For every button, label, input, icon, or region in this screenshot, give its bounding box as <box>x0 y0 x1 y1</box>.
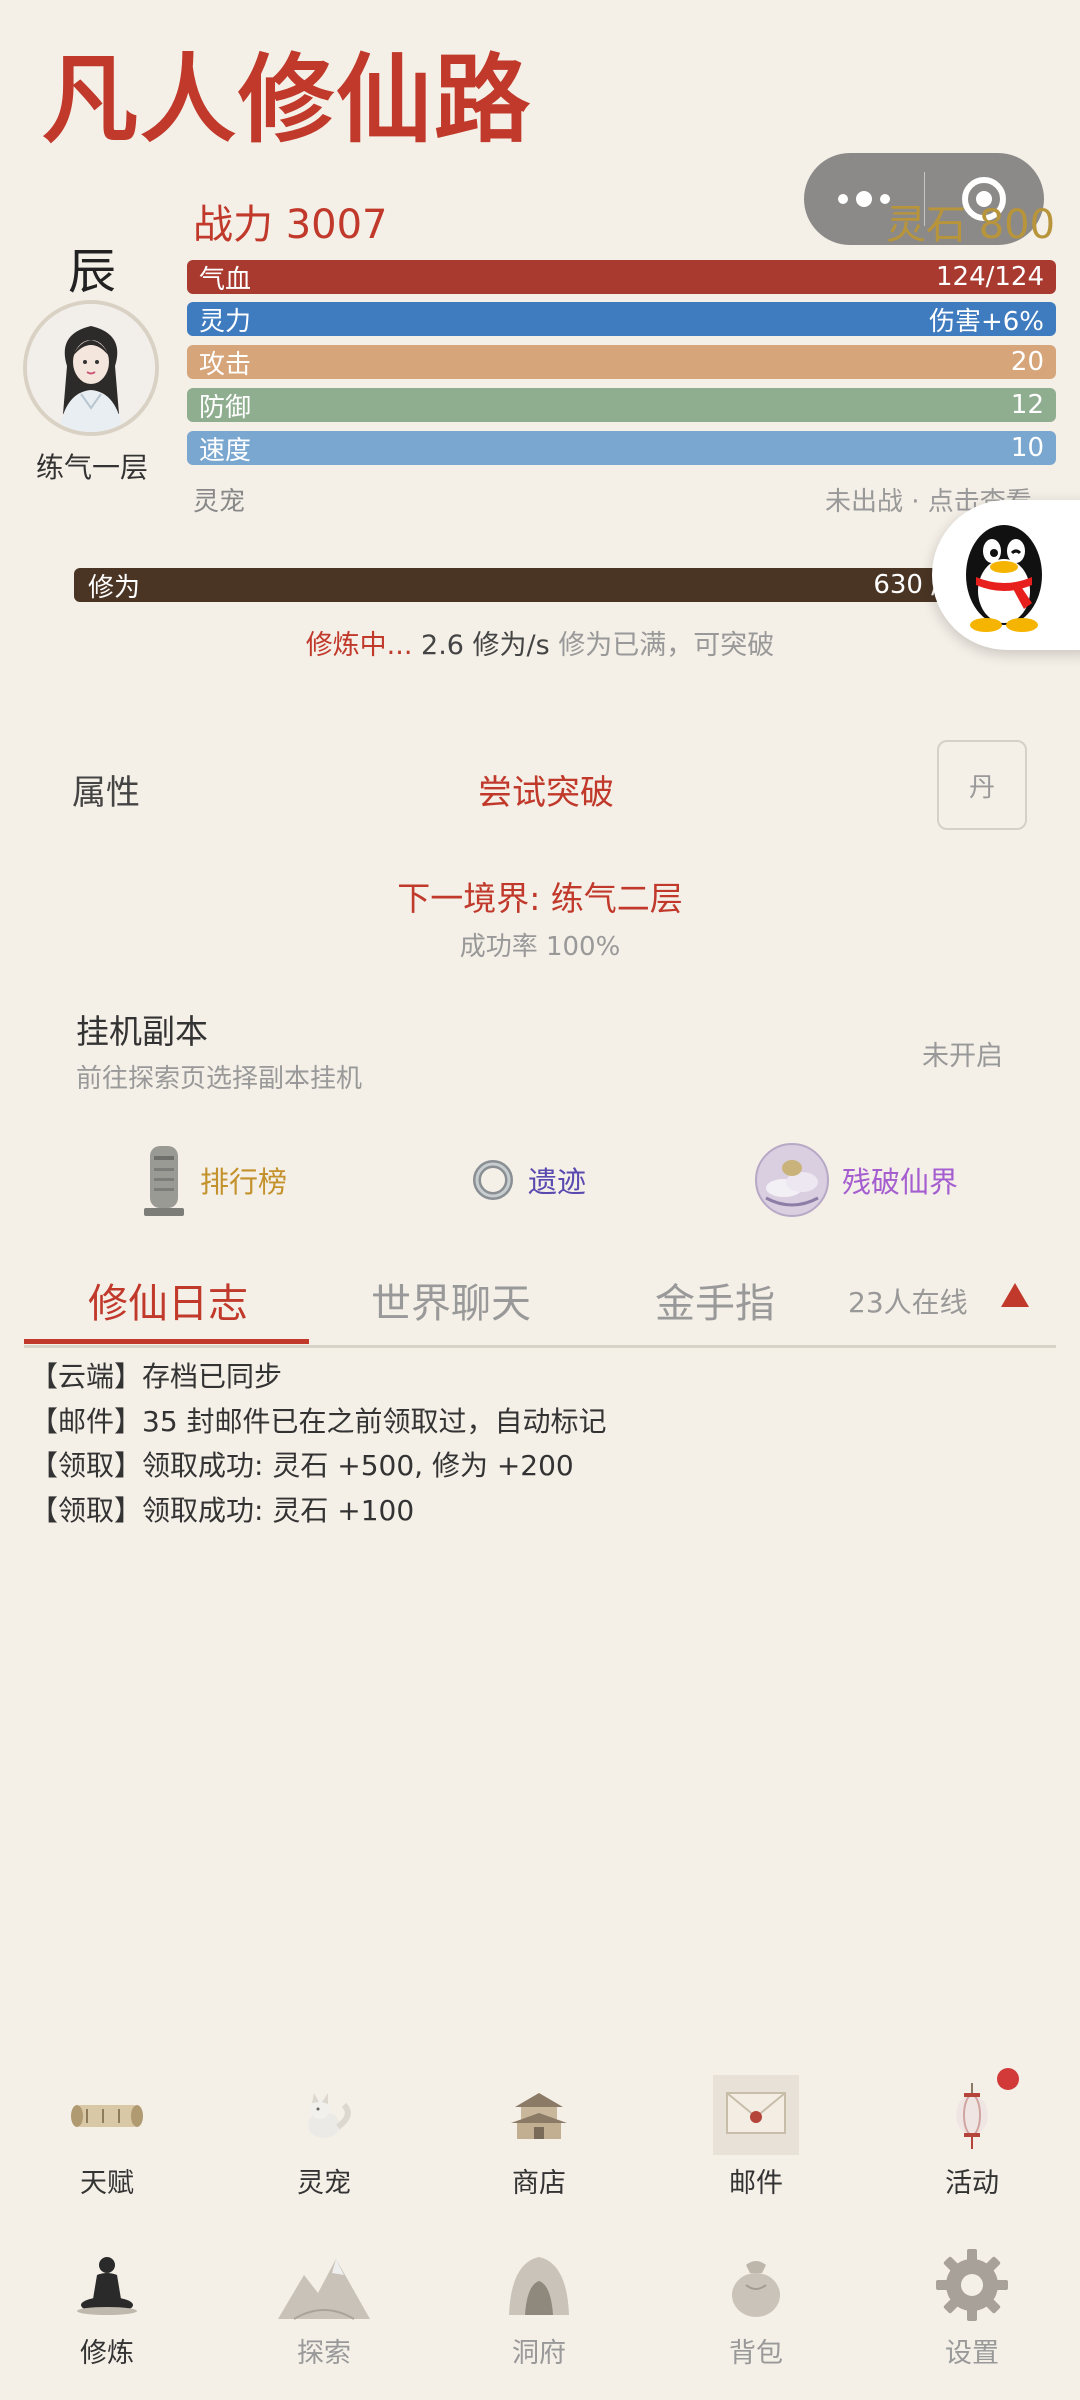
nav-cave[interactable]: 洞府 <box>469 2245 609 2370</box>
cultivating-text: 修炼中... <box>305 630 413 661</box>
realm-label: 练气一层 <box>36 451 149 484</box>
tab-cultivation-log[interactable]: 修仙日志 <box>88 1271 248 1329</box>
nav-events[interactable]: 活动 <box>902 2075 1042 2200</box>
nav-shop-label: 商店 <box>512 2168 566 2199</box>
idle-dungeon-desc: 前往探索页选择副本挂机 <box>76 1064 363 1094</box>
log-entry: 【领取】领取成功: 灵石 +100 <box>30 1493 415 1527</box>
speed-label: 速度 <box>199 435 252 466</box>
cultivation-rate: 2.6 修为/s <box>421 630 550 661</box>
nav-settings[interactable]: 设置 <box>902 2245 1042 2370</box>
idle-dungeon-title[interactable]: 挂机副本 <box>76 1005 208 1053</box>
next-realm-label: 下一境界: 练气二层 <box>397 879 683 918</box>
nav-mail-label: 邮件 <box>729 2168 783 2199</box>
attack-label: 攻击 <box>199 349 252 380</box>
nav-cultivate-label: 修炼 <box>80 2338 134 2369</box>
nav-pet-label: 灵宠 <box>297 2168 351 2199</box>
tab-bar: 修仙日志 世界聊天 金手指 23人在线 <box>24 1267 1056 1348</box>
log-entry: 【邮件】35 封邮件已在之前领取过，自动标记 <box>30 1404 607 1438</box>
broken-realm-shortcut[interactable]: 残破仙界 <box>754 1140 958 1220</box>
ruins-shortcut[interactable]: 遗迹 <box>470 1140 586 1220</box>
tab-cheat[interactable]: 金手指 <box>655 1271 775 1329</box>
mp-label: 灵力 <box>199 306 252 337</box>
spirit-stone-count: 灵石 800 <box>886 202 1056 248</box>
speed-value: 10 <box>1010 433 1044 463</box>
collapse-triangle-icon[interactable] <box>1001 1283 1029 1307</box>
character-portrait-icon <box>27 304 155 432</box>
nav-cultivate[interactable]: 修炼 <box>37 2245 177 2370</box>
cloud-realm-icon <box>755 1143 829 1217</box>
tab-world-chat[interactable]: 世界聊天 <box>371 1271 531 1329</box>
log-entry: 【领取】领取成功: 灵石 +500, 修为 +200 <box>30 1449 574 1482</box>
leaderboard-shortcut[interactable]: 排行榜 <box>140 1140 287 1220</box>
speed-bar: 速度 10 <box>187 431 1056 466</box>
nav-explore[interactable]: 探索 <box>254 2245 394 2370</box>
nav-talent[interactable]: 天赋 <box>37 2075 177 2200</box>
nav-shop[interactable]: 商店 <box>469 2075 609 2200</box>
pavilion-icon <box>511 2093 567 2139</box>
avatar[interactable] <box>23 300 159 436</box>
cultivation-label: 修为 <box>88 572 141 603</box>
ruins-label: 遗迹 <box>528 1165 587 1199</box>
pet-label: 灵宠 <box>193 487 246 517</box>
nav-mail[interactable]: 邮件 <box>686 2075 826 2200</box>
mp-bar: 灵力 伤害+6% <box>187 302 1056 337</box>
combat-power: 战力 3007 <box>193 202 388 248</box>
character-name: 辰 <box>68 244 117 300</box>
cultivation-note: 修为已满，可突破 <box>558 630 775 661</box>
defense-value: 12 <box>1010 390 1044 420</box>
breakthrough-button[interactable]: 尝试突破 <box>478 765 614 814</box>
meditation-icon <box>77 2257 137 2315</box>
online-count: 23人在线 <box>848 1286 968 1319</box>
cultivation-status: 修炼中... 2.6 修为/s 修为已满，可突破 <box>0 623 1080 662</box>
fox-icon <box>308 2093 351 2138</box>
app-title: 凡人修仙路 <box>42 44 532 156</box>
nav-bag-label: 背包 <box>729 2338 783 2369</box>
attack-value: 20 <box>1010 347 1044 377</box>
scroll-icon <box>71 2105 143 2127</box>
nav-bag[interactable]: 背包 <box>686 2245 826 2370</box>
envelope-icon <box>713 2075 799 2155</box>
hp-label: 气血 <box>199 264 252 295</box>
cultivation-value: 630 / <box>873 570 940 600</box>
mp-value: 伤害+6% <box>928 306 1044 337</box>
nav-talent-label: 天赋 <box>80 2168 134 2199</box>
attack-bar: 攻击 20 <box>187 345 1056 380</box>
stone-tablet-icon <box>144 1146 184 1216</box>
defense-bar: 防御 12 <box>187 388 1056 423</box>
log-list: 【云端】存档已同步 【邮件】35 封邮件已在之前领取过，自动标记 【领取】领取成… <box>30 1355 607 1533</box>
leaderboard-label: 排行榜 <box>200 1165 288 1199</box>
log-entry: 【云端】存档已同步 <box>30 1360 283 1393</box>
hp-bar: 气血 124/124 <box>187 260 1056 295</box>
nav-events-label: 活动 <box>945 2168 999 2199</box>
attributes-button[interactable]: 属性 <box>72 765 140 814</box>
nav-settings-label: 设置 <box>945 2338 999 2369</box>
nav-pet[interactable]: 灵宠 <box>254 2075 394 2200</box>
nav-cave-label: 洞府 <box>512 2338 566 2369</box>
jade-ring-icon <box>473 1160 513 1200</box>
defense-label: 防御 <box>199 392 252 423</box>
pill-button[interactable]: 丹 <box>937 740 1027 830</box>
more-dots-icon <box>837 191 890 207</box>
nav-explore-label: 探索 <box>297 2338 351 2369</box>
success-rate-label: 成功率 100% <box>459 932 621 962</box>
events-notification-badge <box>997 2068 1019 2090</box>
cultivation-bar: 修为 630 / <box>74 568 954 603</box>
idle-dungeon-status: 未开启 <box>922 1041 1003 1072</box>
cave-icon <box>509 2257 569 2315</box>
hp-value: 124/124 <box>935 262 1044 292</box>
broken-realm-label: 残破仙界 <box>842 1165 959 1199</box>
active-tab-indicator <box>24 1339 309 1344</box>
gear-icon <box>936 2249 1008 2321</box>
pouch-icon <box>732 2261 780 2317</box>
mountain-icon <box>278 2259 370 2320</box>
